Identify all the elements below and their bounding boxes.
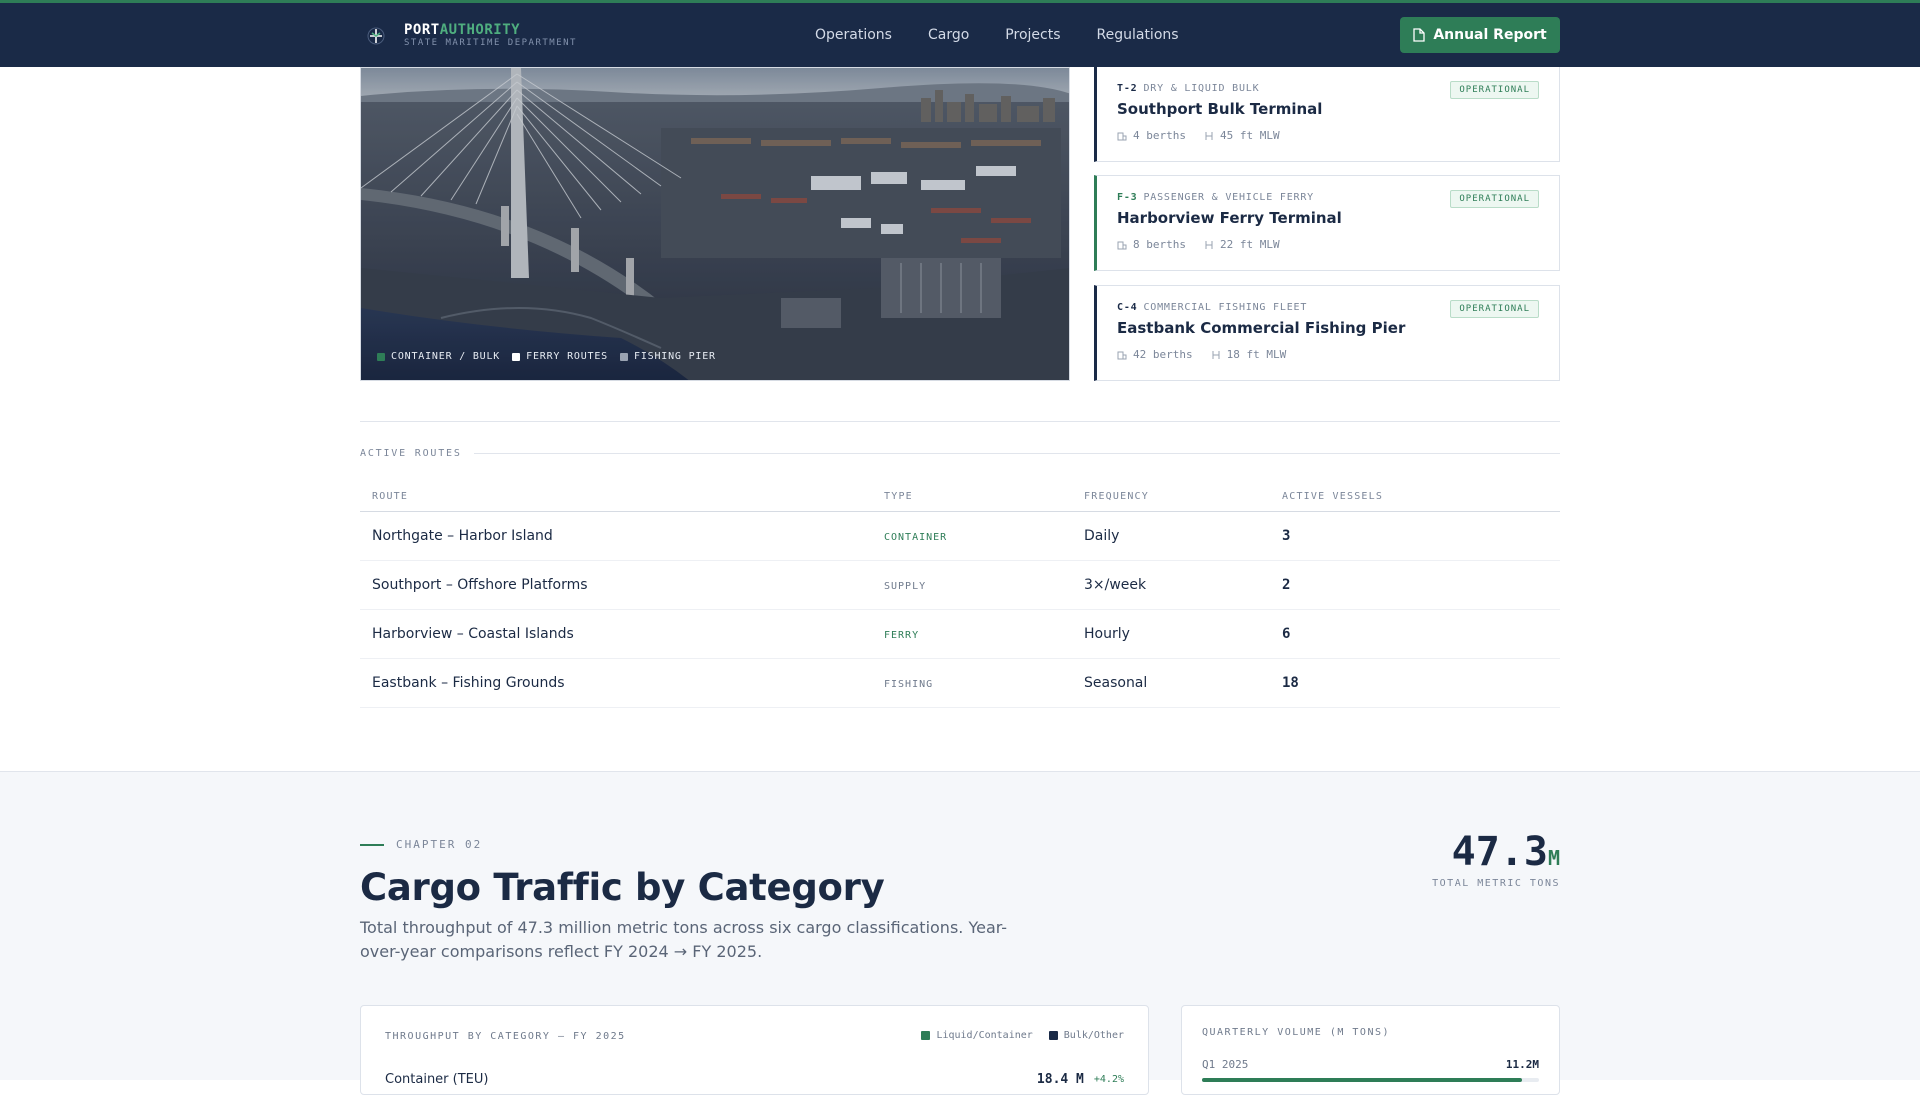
depth-icon [1212, 350, 1220, 359]
active-routes-table: ROUTE TYPE FREQUENCY ACTIVE VESSELS Nort… [360, 482, 1560, 708]
section-title: Cargo Traffic by Category [360, 866, 885, 909]
legend-bulk-other: Bulk/Other [1048, 1030, 1124, 1041]
heading-rule [473, 453, 1560, 454]
top-nav-bar: PORTAUTHORITY STATE MARITIME DEPARTMENT … [0, 0, 1920, 67]
status-badge: OPERATIONAL [1450, 190, 1539, 208]
legend-liquid-container: Liquid/Container [921, 1030, 1033, 1041]
route-type: FERRY [884, 629, 920, 641]
routes-heading-label: ACTIVE ROUTES [360, 448, 462, 459]
annual-report-button[interactable]: Annual Report [1400, 17, 1560, 53]
column-header-type[interactable]: TYPE [884, 482, 1084, 512]
route-name: Southport – Offshore Platforms [360, 560, 884, 610]
annual-report-label: Annual Report [1433, 27, 1547, 43]
route-type: SUPPLY [884, 580, 927, 592]
table-header-row: ROUTE TYPE FREQUENCY ACTIVE VESSELS [360, 482, 1560, 512]
berth-count: 42 berths [1133, 348, 1193, 361]
terminal-card-harborview[interactable]: F-3 PASSENGER & VEHICLE FERRY Harborview … [1094, 175, 1560, 271]
status-badge: OPERATIONAL [1450, 81, 1539, 99]
route-name: Northgate – Harbor Island [360, 511, 884, 561]
throughput-panel: THROUGHPUT BY CATEGORY — FY 2025 Liquid/… [360, 1005, 1149, 1095]
chapter-label: CHAPTER 02 [396, 838, 483, 851]
panel-title: THROUGHPUT BY CATEGORY — FY 2025 [385, 1031, 626, 1042]
route-frequency: Daily [1084, 511, 1282, 561]
quarterly-volume-panel: QUARTERLY VOLUME (M TONS) Q1 2025 11.2M [1181, 1005, 1560, 1095]
route-vessel-count: 3 [1282, 511, 1560, 561]
route-name: Eastbank – Fishing Grounds [360, 658, 884, 708]
table-row[interactable]: Harborview – Coastal Islands FERRY Hourl… [360, 609, 1560, 659]
column-header-frequency[interactable]: FREQUENCY [1084, 482, 1282, 512]
route-frequency: Hourly [1084, 609, 1282, 659]
legend-fishing-pier: FISHING PIER [620, 351, 716, 362]
berth-count: 8 berths [1133, 238, 1186, 251]
depth-value: 18 ft MLW [1226, 348, 1287, 361]
route-vessel-count: 2 [1282, 560, 1560, 610]
depth-icon [1205, 240, 1213, 249]
port-aerial-image: CONTAINER / BULK FERRY ROUTES FISHING PI… [360, 67, 1070, 381]
terminal-name: Southport Bulk Terminal [1117, 100, 1323, 118]
legend-container-bulk: CONTAINER / BULK [377, 351, 500, 362]
total-tons-value: 47.3M [1451, 829, 1560, 875]
total-tons-stat: 47.3M TOTAL METRIC TONS [1432, 832, 1560, 889]
route-frequency: 3×/week [1084, 560, 1282, 610]
panel-title: QUARTERLY VOLUME (M TONS) [1202, 1027, 1391, 1038]
building-icon [1117, 132, 1127, 140]
nav-link-operations[interactable]: Operations [815, 27, 892, 43]
route-vessel-count: 18 [1282, 658, 1560, 708]
route-type: CONTAINER [884, 531, 948, 543]
section-description: Total throughput of 47.3 million metric … [360, 918, 1008, 961]
depth-value: 45 ft MLW [1219, 129, 1280, 142]
terminal-name: Harborview Ferry Terminal [1117, 209, 1342, 227]
main-nav: Operations Cargo Projects Regulations [815, 27, 1215, 43]
brand-subtitle: STATE MARITIME DEPARTMENT [404, 38, 577, 48]
terminal-meta: 8 berths 22 ft MLW [1117, 238, 1298, 251]
nav-link-projects[interactable]: Projects [1005, 27, 1060, 43]
table-row[interactable]: Southport – Offshore Platforms SUPPLY 3×… [360, 560, 1560, 610]
chapter-kicker: CHAPTER 02 [360, 838, 482, 851]
berth-count: 4 berths [1133, 129, 1186, 142]
terminal-card-eastbank[interactable]: C-4 COMMERCIAL FISHING FLEET Eastbank Com… [1094, 285, 1560, 381]
building-icon [1117, 351, 1127, 359]
column-header-route[interactable]: ROUTE [360, 482, 884, 512]
cargo-traffic-section: CHAPTER 02 Cargo Traffic by Category Tot… [0, 771, 1920, 1095]
depth-value: 22 ft MLW [1219, 238, 1280, 251]
total-tons-label: TOTAL METRIC TONS [1432, 878, 1560, 889]
route-vessel-count: 6 [1282, 609, 1560, 659]
chart-legend: Liquid/Container Bulk/Other [905, 1030, 1124, 1041]
anchor-icon [364, 24, 388, 48]
table-row[interactable]: Northgate – Harbor Island CONTAINER Dail… [360, 511, 1560, 561]
kicker-dash [360, 843, 384, 846]
quarter-progress-bar [1202, 1078, 1539, 1082]
section-divider [360, 421, 1560, 422]
table-row[interactable]: Eastbank – Fishing Grounds FISHING Seaso… [360, 658, 1560, 708]
depth-icon [1205, 131, 1213, 140]
quarter-label: Q1 2025 [1202, 1058, 1249, 1071]
legend-ferry-routes: FERRY ROUTES [512, 351, 608, 362]
terminal-name: Eastbank Commercial Fishing Pier [1117, 319, 1406, 337]
document-icon [1413, 28, 1425, 42]
status-badge: OPERATIONAL [1450, 300, 1539, 318]
brand-logo[interactable]: PORTAUTHORITY STATE MARITIME DEPARTMENT [364, 23, 577, 48]
terminal-category: C-4 COMMERCIAL FISHING FLEET [1117, 302, 1308, 313]
terminal-meta: 4 berths 45 ft MLW [1117, 129, 1298, 142]
nav-link-regulations[interactable]: Regulations [1097, 27, 1179, 43]
route-name: Harborview – Coastal Islands [360, 609, 884, 659]
map-legend: CONTAINER / BULK FERRY ROUTES FISHING PI… [377, 351, 728, 362]
brand-name: PORTAUTHORITY [404, 22, 521, 38]
quarter-row: Q1 2025 11.2M [1202, 1058, 1539, 1071]
quarter-progress-fill [1202, 1078, 1523, 1082]
terminal-category: F-3 PASSENGER & VEHICLE FERRY [1117, 192, 1314, 203]
terminal-category: T-2 DRY & LIQUID BULK [1117, 83, 1260, 94]
terminal-card-southport[interactable]: T-2 DRY & LIQUID BULK Southport Bulk Term… [1094, 67, 1560, 162]
terminal-meta: 42 berths 18 ft MLW [1117, 348, 1304, 361]
routes-section-heading: ACTIVE ROUTES [360, 448, 1560, 459]
column-header-active-vessels[interactable]: ACTIVE VESSELS [1282, 482, 1560, 512]
route-frequency: Seasonal [1084, 658, 1282, 708]
route-type: FISHING [884, 678, 934, 690]
nav-link-cargo[interactable]: Cargo [928, 27, 969, 43]
quarter-value: 11.2M [1505, 1058, 1539, 1071]
building-icon [1117, 241, 1127, 249]
